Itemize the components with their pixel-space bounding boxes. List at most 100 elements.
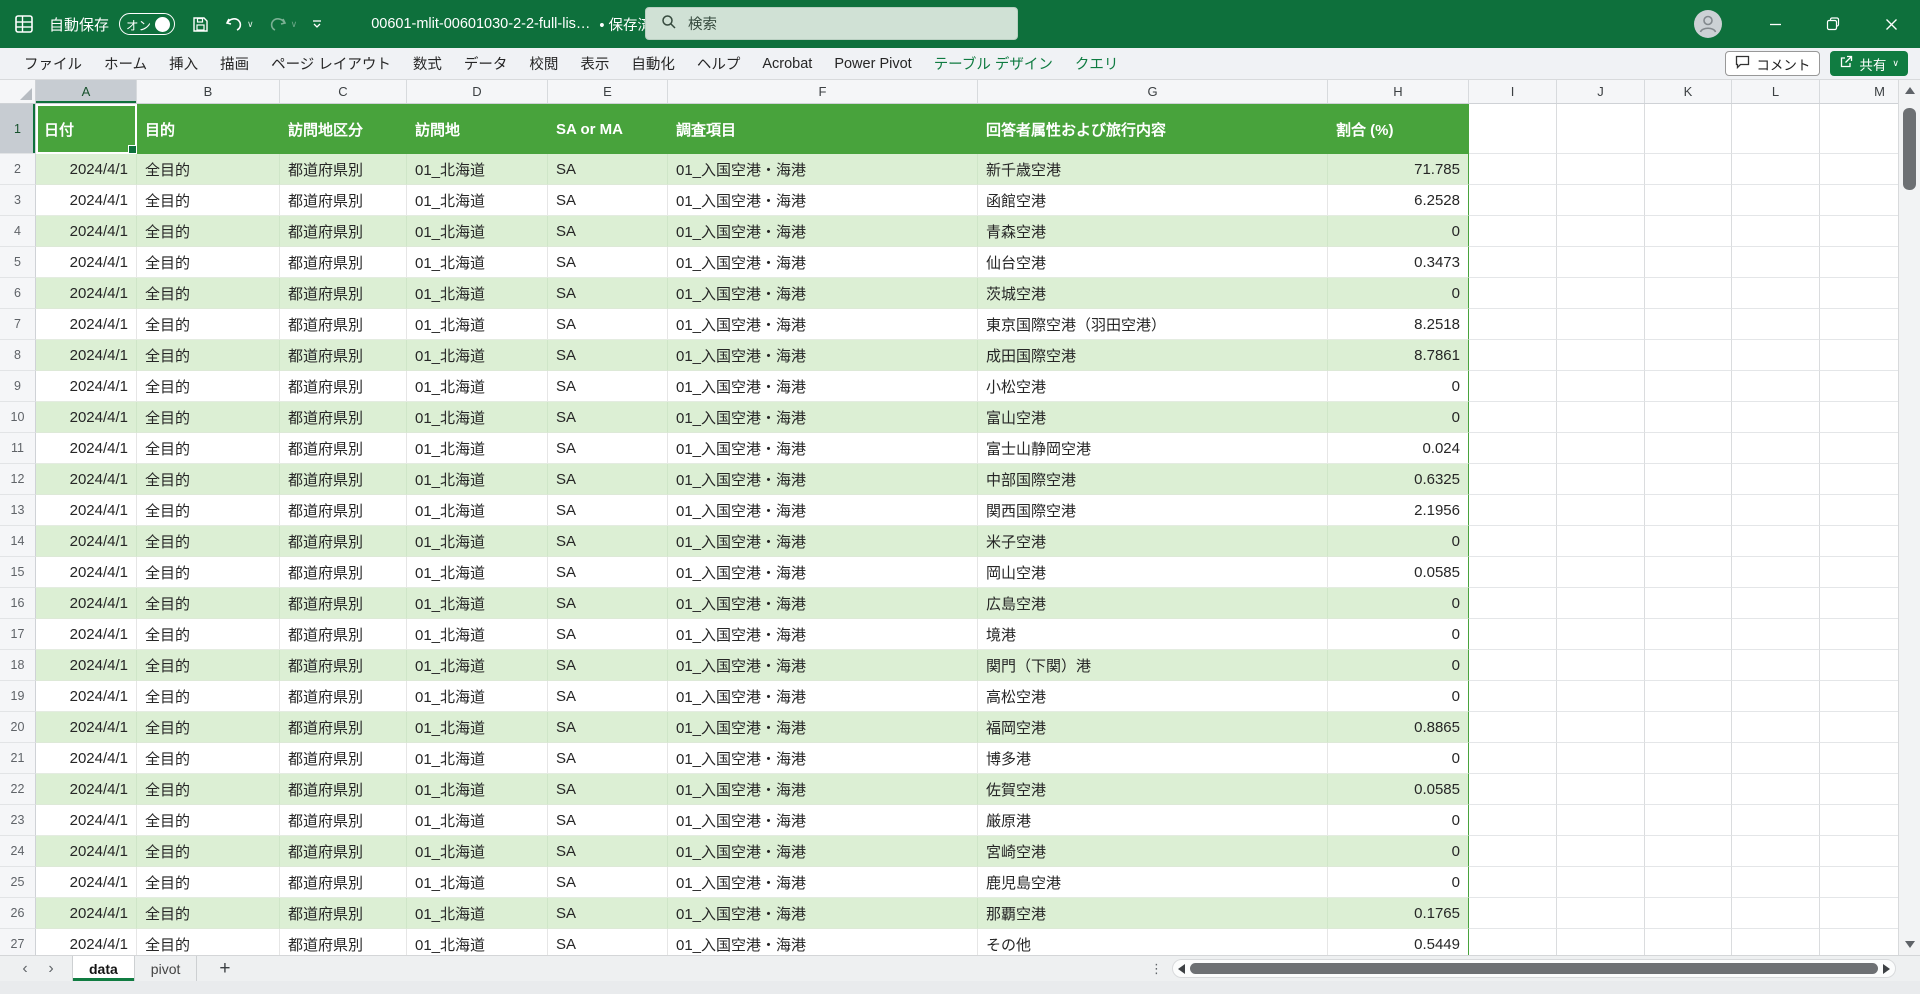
empty-cell-J22[interactable]	[1557, 774, 1645, 805]
row-header-4[interactable]: 4	[0, 216, 36, 247]
empty-cell-L20[interactable]	[1732, 712, 1820, 743]
cell-B17[interactable]: 全目的	[137, 619, 280, 650]
cell-C2[interactable]: 都道府県別	[280, 154, 407, 185]
cell-D22[interactable]: 01_北海道	[407, 774, 548, 805]
empty-cell-I20[interactable]	[1469, 712, 1557, 743]
empty-cell-M17[interactable]	[1820, 619, 1898, 650]
empty-cell-L4[interactable]	[1732, 216, 1820, 247]
cell-G12[interactable]: 中部国際空港	[978, 464, 1328, 495]
empty-cell-M6[interactable]	[1820, 278, 1898, 309]
row-header-5[interactable]: 5	[0, 247, 36, 278]
cell-B21[interactable]: 全目的	[137, 743, 280, 774]
sheet-tab-pivot[interactable]: pivot	[135, 956, 198, 981]
row-header-23[interactable]: 23	[0, 805, 36, 836]
cell-A22[interactable]: 2024/4/1	[36, 774, 137, 805]
empty-cell-I13[interactable]	[1469, 495, 1557, 526]
cell-F17[interactable]: 01_入国空港・海港	[668, 619, 978, 650]
empty-cell-J7[interactable]	[1557, 309, 1645, 340]
ribbon-tab-挿入[interactable]: 挿入	[158, 48, 209, 79]
row-header-17[interactable]: 17	[0, 619, 36, 650]
cell-H22[interactable]: 0.0585	[1328, 774, 1469, 805]
empty-cell-L26[interactable]	[1732, 898, 1820, 929]
cell-F10[interactable]: 01_入国空港・海港	[668, 402, 978, 433]
empty-cell-L18[interactable]	[1732, 650, 1820, 681]
empty-cell-M22[interactable]	[1820, 774, 1898, 805]
header-cell-C1[interactable]: 訪問地区分	[280, 104, 407, 154]
cell-E18[interactable]: SA	[548, 650, 668, 681]
cell-C5[interactable]: 都道府県別	[280, 247, 407, 278]
cell-F5[interactable]: 01_入国空港・海港	[668, 247, 978, 278]
cell-A6[interactable]: 2024/4/1	[36, 278, 137, 309]
cell-D6[interactable]: 01_北海道	[407, 278, 548, 309]
cell-B4[interactable]: 全目的	[137, 216, 280, 247]
cell-C12[interactable]: 都道府県別	[280, 464, 407, 495]
cell-F26[interactable]: 01_入国空港・海港	[668, 898, 978, 929]
cell-B20[interactable]: 全目的	[137, 712, 280, 743]
cell-C10[interactable]: 都道府県別	[280, 402, 407, 433]
cell-H2[interactable]: 71.785	[1328, 154, 1469, 185]
cell-E15[interactable]: SA	[548, 557, 668, 588]
empty-cell-I18[interactable]	[1469, 650, 1557, 681]
empty-cell-L19[interactable]	[1732, 681, 1820, 712]
cell-B5[interactable]: 全目的	[137, 247, 280, 278]
cell-F2[interactable]: 01_入国空港・海港	[668, 154, 978, 185]
cell-D13[interactable]: 01_北海道	[407, 495, 548, 526]
tab-scroll-grip-icon[interactable]: ⋮	[1150, 956, 1163, 982]
empty-cell-L14[interactable]	[1732, 526, 1820, 557]
cell-G11[interactable]: 富士山静岡空港	[978, 433, 1328, 464]
ribbon-tab-ページ-レイアウト[interactable]: ページ レイアウト	[260, 48, 402, 79]
empty-cell-M24[interactable]	[1820, 836, 1898, 867]
row-header-3[interactable]: 3	[0, 185, 36, 216]
row-header-14[interactable]: 14	[0, 526, 36, 557]
empty-cell-K23[interactable]	[1645, 805, 1732, 836]
cell-D7[interactable]: 01_北海道	[407, 309, 548, 340]
cell-H21[interactable]: 0	[1328, 743, 1469, 774]
cell-D2[interactable]: 01_北海道	[407, 154, 548, 185]
cell-A2[interactable]: 2024/4/1	[36, 154, 137, 185]
empty-cell-L6[interactable]	[1732, 278, 1820, 309]
empty-cell-I14[interactable]	[1469, 526, 1557, 557]
empty-cell-K13[interactable]	[1645, 495, 1732, 526]
cell-A12[interactable]: 2024/4/1	[36, 464, 137, 495]
vertical-scrollbar[interactable]	[1898, 80, 1920, 955]
empty-cell-I2[interactable]	[1469, 154, 1557, 185]
cell-E10[interactable]: SA	[548, 402, 668, 433]
cell-D11[interactable]: 01_北海道	[407, 433, 548, 464]
empty-cell-I4[interactable]	[1469, 216, 1557, 247]
empty-cell-M12[interactable]	[1820, 464, 1898, 495]
cell-H24[interactable]: 0	[1328, 836, 1469, 867]
cell-F15[interactable]: 01_入国空港・海港	[668, 557, 978, 588]
cell-D3[interactable]: 01_北海道	[407, 185, 548, 216]
cell-F13[interactable]: 01_入国空港・海港	[668, 495, 978, 526]
cell-H9[interactable]: 0	[1328, 371, 1469, 402]
cell-H23[interactable]: 0	[1328, 805, 1469, 836]
cell-A5[interactable]: 2024/4/1	[36, 247, 137, 278]
empty-cell-K17[interactable]	[1645, 619, 1732, 650]
cell-G22[interactable]: 佐賀空港	[978, 774, 1328, 805]
empty-cell-I5[interactable]	[1469, 247, 1557, 278]
empty-cell-K19[interactable]	[1645, 681, 1732, 712]
empty-cell-J24[interactable]	[1557, 836, 1645, 867]
cell-G7[interactable]: 東京国際空港（羽田空港）	[978, 309, 1328, 340]
search-input[interactable]: 検索	[645, 7, 1018, 40]
cell-G15[interactable]: 岡山空港	[978, 557, 1328, 588]
row-header-8[interactable]: 8	[0, 340, 36, 371]
cell-E23[interactable]: SA	[548, 805, 668, 836]
empty-cell-L16[interactable]	[1732, 588, 1820, 619]
cell-F9[interactable]: 01_入国空港・海港	[668, 371, 978, 402]
header-cell-F1[interactable]: 調査項目	[668, 104, 978, 154]
row-header-18[interactable]: 18	[0, 650, 36, 681]
empty-cell-L12[interactable]	[1732, 464, 1820, 495]
cell-D14[interactable]: 01_北海道	[407, 526, 548, 557]
empty-cell-K26[interactable]	[1645, 898, 1732, 929]
row-header-13[interactable]: 13	[0, 495, 36, 526]
empty-cell-M1[interactable]	[1820, 104, 1898, 154]
cell-C26[interactable]: 都道府県別	[280, 898, 407, 929]
cell-A18[interactable]: 2024/4/1	[36, 650, 137, 681]
empty-cell-K12[interactable]	[1645, 464, 1732, 495]
empty-cell-K14[interactable]	[1645, 526, 1732, 557]
empty-cell-M7[interactable]	[1820, 309, 1898, 340]
empty-cell-M9[interactable]	[1820, 371, 1898, 402]
empty-cell-K8[interactable]	[1645, 340, 1732, 371]
cell-C22[interactable]: 都道府県別	[280, 774, 407, 805]
